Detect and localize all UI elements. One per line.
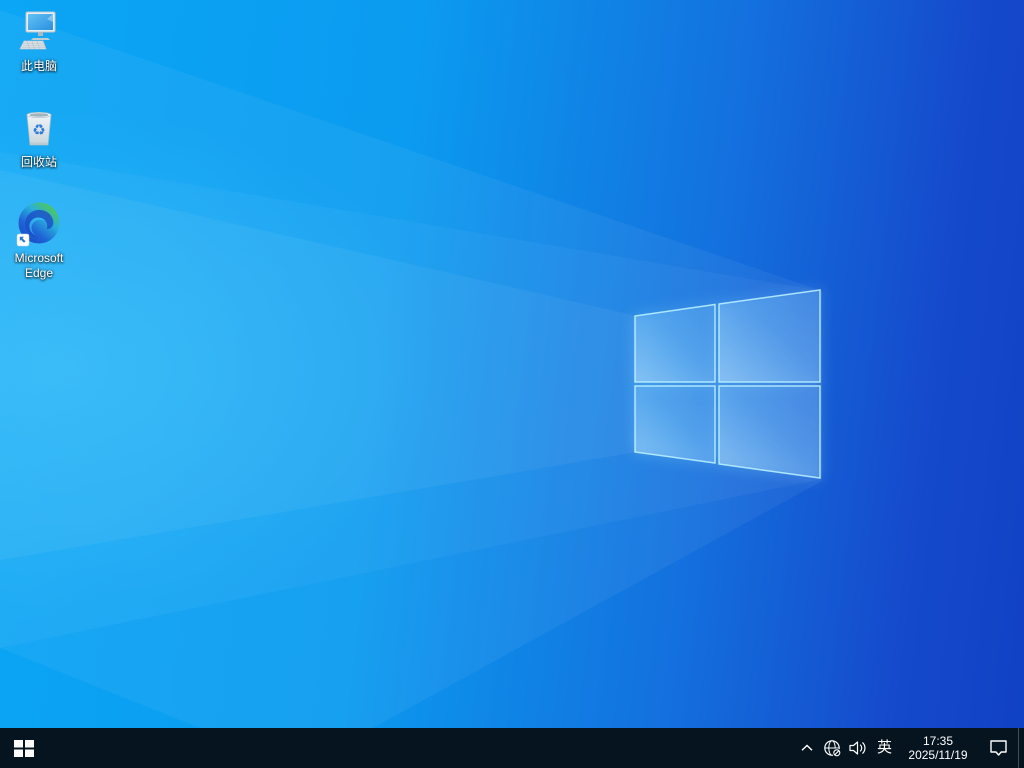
hidden-icons-chevron-button[interactable] [795,728,819,768]
clock-time: 17:35 [922,734,954,748]
windows-logo-pane-top-left [634,303,716,383]
desktop-icon-label: 回收站 [20,155,57,169]
show-desktop-button[interactable] [1018,728,1024,768]
speaker-icon [849,741,866,755]
globe-no-internet-icon [823,739,841,757]
system-tray: 英 17:35 2025/11/19 [795,728,1024,768]
microsoft-edge-logo-icon [16,202,60,247]
windows-logo-pane-bottom-left [634,385,716,464]
clock-date: 2025/11/19 [908,748,968,762]
volume-button[interactable] [845,728,871,768]
windows-logo-pane-top-right [718,289,821,383]
recycle-symbol-glyph: ♻ [32,122,45,139]
desktop-icon-this-pc[interactable]: 此电脑 [2,8,76,74]
windows-logo-pane-bottom-right [718,385,821,479]
taskbar-clock[interactable]: 17:35 2025/11/19 [898,728,978,768]
this-pc-computer-icon [19,11,56,50]
desktop-icon-microsoft-edge[interactable]: Microsoft Edge [2,200,76,281]
windows-start-icon [14,739,34,757]
action-center-bubble-icon [989,740,1007,756]
start-button[interactable] [0,728,48,768]
recycle-bin-icon: ♻ [26,111,52,146]
action-center-button[interactable] [978,728,1018,768]
desktop-icon-label: Microsoft Edge [14,251,64,280]
chevron-up-icon [801,744,813,751]
desktop-icon-recycle-bin[interactable]: ♻ 回收站 [2,104,76,170]
wallpaper-light-beams-and-windows-logo [0,10,822,768]
desktop-wallpaper [0,0,1024,768]
taskbar: 英 17:35 2025/11/19 [0,728,1024,768]
ime-language-indicator[interactable]: 英 [871,728,898,768]
network-status-button[interactable] [819,728,845,768]
desktop-icon-label: 此电脑 [20,59,57,73]
shortcut-arrow-overlay [16,233,30,247]
